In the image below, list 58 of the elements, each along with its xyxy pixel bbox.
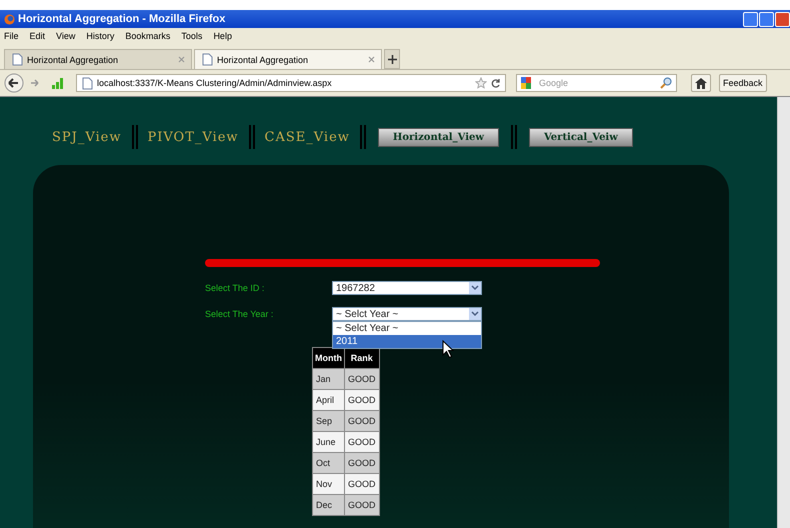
table-cell: Dec	[312, 494, 344, 516]
nav-link[interactable]: CASE_View	[260, 130, 354, 144]
table-cell: GOOD	[344, 452, 380, 474]
firefox-icon	[4, 14, 15, 24]
back-icon[interactable]	[4, 73, 26, 93]
field-label: Select The Year :	[205, 309, 274, 319]
menu-item[interactable]: History	[86, 31, 114, 41]
table-cell: June	[312, 432, 344, 452]
nav-button[interactable]: Vertical_Veiw	[528, 128, 633, 146]
search-field[interactable]: Google	[516, 74, 677, 92]
column-header: Month	[312, 348, 344, 368]
nav-link[interactable]: SPJ_View	[48, 130, 126, 144]
table-cell: GOOD	[344, 432, 380, 452]
menu-item[interactable]: Tools	[181, 31, 202, 41]
page-icon	[11, 53, 23, 66]
home-button[interactable]	[691, 74, 711, 92]
search-input[interactable]: Google	[539, 78, 656, 88]
menu-item[interactable]: View	[56, 31, 76, 41]
close-tab-icon[interactable]	[368, 56, 375, 63]
browser-tab[interactable]: Horizontal Aggregation	[194, 49, 382, 69]
search-icon[interactable]	[660, 77, 672, 89]
menu-item[interactable]: Bookmarks	[125, 31, 170, 41]
plus-icon	[388, 54, 396, 64]
table-cell: GOOD	[344, 390, 380, 410]
dropdown-option[interactable]: ~ Selct Year ~	[333, 322, 481, 335]
menu-item[interactable]: File	[4, 31, 19, 41]
new-tab-button[interactable]	[384, 49, 400, 69]
table-cell: GOOD	[344, 368, 380, 390]
field-label: Select The ID :	[205, 283, 266, 293]
address-bar[interactable]: localhost:3337/K-Means Clustering/Admin/Adminview.aspx	[76, 74, 506, 92]
menu-item[interactable]: Help	[213, 31, 232, 41]
table-cell: Oct	[312, 452, 344, 474]
table-cell: GOOD	[344, 474, 380, 494]
table-cell: Nov	[312, 474, 344, 494]
close-button[interactable]	[775, 12, 790, 26]
table-cell: Sep	[312, 410, 344, 432]
window-title: Horizontal Aggregation - Mozilla Firefox	[18, 13, 226, 25]
nav-button[interactable]: Horizontal_View	[378, 128, 499, 146]
separator-bar	[248, 125, 255, 149]
maximize-button[interactable]	[759, 12, 774, 26]
dropdown-option[interactable]: 2011	[333, 335, 481, 348]
year-dropdown[interactable]: ~ Selct Year ~	[332, 307, 482, 321]
browser-tab[interactable]: Horizontal Aggregation	[4, 49, 192, 69]
home-icon	[695, 78, 707, 88]
table-cell: April	[312, 390, 344, 410]
scrollbar[interactable]	[777, 97, 790, 528]
table-cell: GOOD	[344, 410, 380, 432]
separator-bar	[510, 125, 517, 149]
nav-link[interactable]: PIVOT_View	[144, 130, 243, 144]
page-icon	[201, 53, 213, 66]
separator-bar	[360, 125, 366, 149]
table-cell: GOOD	[344, 494, 380, 516]
table-cell: Jan	[312, 368, 344, 390]
separator-bar	[132, 125, 138, 149]
minimize-button[interactable]	[743, 12, 758, 26]
menu-item[interactable]: Edit	[30, 31, 46, 41]
id-dropdown[interactable]: 1967282	[332, 281, 482, 295]
feedback-button[interactable]: Feedback	[719, 74, 767, 92]
